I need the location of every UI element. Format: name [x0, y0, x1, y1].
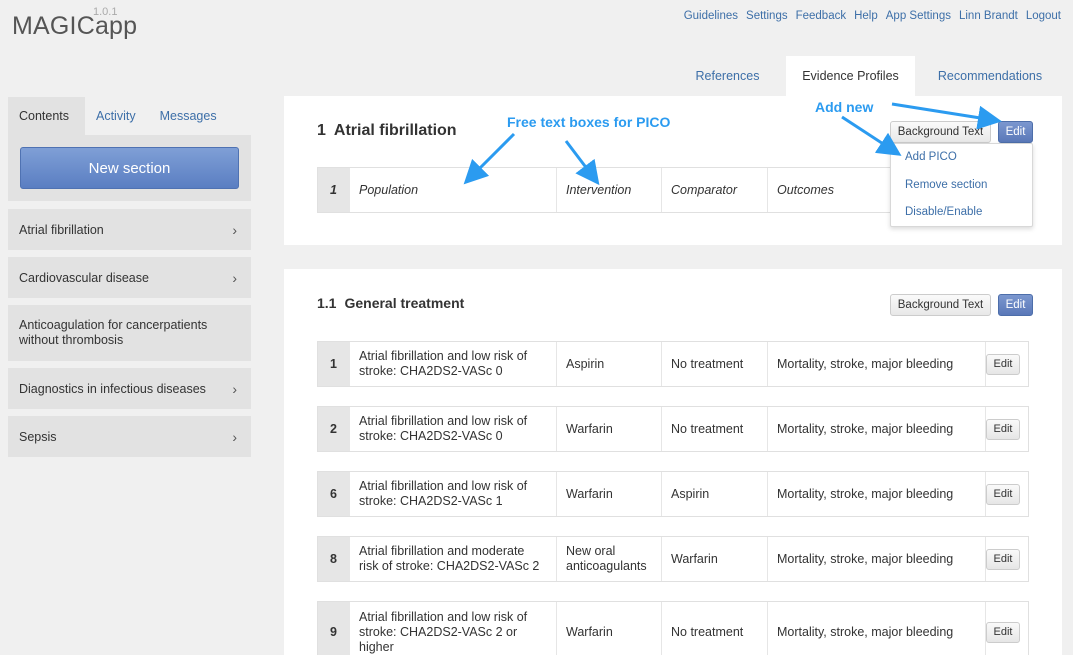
- nav-guidelines[interactable]: Guidelines: [682, 10, 740, 22]
- new-section-container: New section: [8, 135, 251, 201]
- sidebar-item-cardiovascular-disease[interactable]: Cardiovascular disease ›: [8, 257, 251, 298]
- row-edit-button[interactable]: Edit: [986, 548, 1020, 570]
- pico-row[interactable]: 2 Atrial fibrillation and low risk of str…: [317, 406, 1029, 452]
- intervention-cell: Warfarin: [557, 602, 662, 655]
- sidebar-item-atrial-fibrillation[interactable]: Atrial fibrillation ›: [8, 209, 251, 250]
- pico-index: 1: [318, 342, 350, 386]
- tab-messages[interactable]: Messages: [147, 97, 228, 135]
- comparator-cell: Aspirin: [662, 472, 768, 516]
- population-cell: Atrial fibrillation and low risk of stro…: [350, 472, 557, 516]
- outcomes-cell: Mortality, stroke, major bleeding: [768, 602, 986, 655]
- outcomes-cell: Mortality, stroke, major bleeding: [768, 472, 986, 516]
- main-tabs: References Evidence Profiles Recommendat…: [680, 56, 1060, 96]
- pico-index: 2: [318, 407, 350, 451]
- comparator-cell: No treatment: [662, 342, 768, 386]
- sidebar: Contents Activity Messages New section A…: [8, 97, 251, 457]
- nav-logout[interactable]: Logout: [1024, 10, 1063, 22]
- edit-dropdown-menu: Add PICO Remove section Disable/Enable: [890, 143, 1033, 227]
- row-edit-button[interactable]: Edit: [986, 621, 1020, 643]
- population-cell: Atrial fibrillation and moderate risk of…: [350, 537, 557, 581]
- nav-feedback[interactable]: Feedback: [794, 10, 849, 22]
- population-field[interactable]: Population: [350, 168, 557, 212]
- outcomes-cell: Mortality, stroke, major bleeding: [768, 342, 986, 386]
- outcomes-cell: Mortality, stroke, major bleeding: [768, 537, 986, 581]
- tab-recommendations[interactable]: Recommendations: [920, 56, 1060, 96]
- chevron-right-icon: ›: [232, 428, 237, 445]
- section-title: 1.1 General treatment: [317, 295, 464, 311]
- app-version: 1.0.1: [93, 6, 118, 18]
- pico-index: 8: [318, 537, 350, 581]
- annotation-free-text: Free text boxes for PICO: [507, 114, 671, 130]
- outcomes-cell: Mortality, stroke, major bleeding: [768, 407, 986, 451]
- intervention-field[interactable]: Intervention: [557, 168, 662, 212]
- top-navigation: Guidelines Settings Feedback Help App Se…: [682, 10, 1063, 22]
- row-actions: Edit: [986, 342, 1028, 386]
- comparator-cell: Warfarin: [662, 537, 768, 581]
- background-text-button[interactable]: Background Text: [890, 294, 991, 316]
- menu-item-disable-enable[interactable]: Disable/Enable: [905, 206, 982, 218]
- edit-button[interactable]: Edit: [998, 121, 1033, 143]
- sidebar-item-diagnostics[interactable]: Diagnostics in infectious diseases ›: [8, 368, 251, 409]
- row-edit-button[interactable]: Edit: [986, 353, 1020, 375]
- pico-row[interactable]: 6 Atrial fibrillation and low risk of str…: [317, 471, 1029, 517]
- chevron-right-icon: ›: [232, 380, 237, 397]
- comparator-cell: No treatment: [662, 602, 768, 655]
- tab-references[interactable]: References: [680, 56, 775, 96]
- sidebar-item-label: Anticoagulation for cancerpatients witho…: [19, 318, 208, 347]
- comparator-field[interactable]: Comparator: [662, 168, 768, 212]
- chevron-right-icon: ›: [232, 269, 237, 286]
- sidebar-tabs: Contents Activity Messages: [8, 97, 251, 135]
- pico-index: 9: [318, 602, 350, 655]
- new-section-button[interactable]: New section: [20, 147, 239, 189]
- pico-index: 1: [318, 168, 350, 212]
- nav-help[interactable]: Help: [852, 10, 880, 22]
- sidebar-item-label: Cardiovascular disease: [19, 270, 149, 285]
- row-actions: Edit: [986, 602, 1028, 655]
- app-logo[interactable]: MAGICapp: [12, 12, 137, 41]
- intervention-cell: Aspirin: [557, 342, 662, 386]
- row-actions: Edit: [986, 537, 1028, 581]
- section-title: 1 Atrial fibrillation: [317, 122, 457, 140]
- section-number: 1: [317, 122, 326, 139]
- menu-item-add-pico[interactable]: Add PICO: [905, 151, 957, 163]
- sidebar-item-sepsis[interactable]: Sepsis ›: [8, 416, 251, 457]
- sidebar-item-label: Atrial fibrillation: [19, 222, 104, 237]
- tab-contents[interactable]: Contents: [8, 97, 85, 135]
- section-panel-1-1: 1.1 General treatment Background Text Edi…: [284, 269, 1062, 655]
- pico-row[interactable]: 9 Atrial fibrillation and low risk of str…: [317, 601, 1029, 655]
- comparator-cell: No treatment: [662, 407, 768, 451]
- row-edit-button[interactable]: Edit: [986, 418, 1020, 440]
- nav-settings[interactable]: Settings: [744, 10, 790, 22]
- row-actions: Edit: [986, 472, 1028, 516]
- pico-row[interactable]: 1 Atrial fibrillation and low risk of str…: [317, 341, 1029, 387]
- edit-button[interactable]: Edit: [998, 294, 1033, 316]
- background-text-button[interactable]: Background Text: [890, 121, 991, 143]
- population-cell: Atrial fibrillation and low risk of stro…: [350, 407, 557, 451]
- population-cell: Atrial fibrillation and low risk of stro…: [350, 602, 557, 655]
- tab-activity[interactable]: Activity: [85, 97, 147, 135]
- pico-row[interactable]: 8 Atrial fibrillation and moderate risk o…: [317, 536, 1029, 582]
- intervention-cell: New oral anticoagulants: [557, 537, 662, 581]
- menu-item-remove-section[interactable]: Remove section: [905, 179, 987, 191]
- pico-index: 6: [318, 472, 350, 516]
- row-edit-button[interactable]: Edit: [986, 483, 1020, 505]
- nav-app-settings[interactable]: App Settings: [884, 10, 953, 22]
- section-number: 1.1: [317, 295, 337, 311]
- population-cell: Atrial fibrillation and low risk of stro…: [350, 342, 557, 386]
- intervention-cell: Warfarin: [557, 407, 662, 451]
- annotation-add-new: Add new: [815, 99, 874, 115]
- tab-evidence-profiles[interactable]: Evidence Profiles: [786, 56, 915, 96]
- nav-user[interactable]: Linn Brandt: [957, 10, 1020, 22]
- section-title-text: Atrial fibrillation: [333, 122, 457, 139]
- section-title-text: General treatment: [344, 295, 465, 311]
- row-actions: Edit: [986, 407, 1028, 451]
- sidebar-item-anticoagulation[interactable]: Anticoagulation for cancerpatients witho…: [8, 305, 251, 361]
- intervention-cell: Warfarin: [557, 472, 662, 516]
- chevron-right-icon: ›: [232, 221, 237, 238]
- sidebar-item-label: Diagnostics in infectious diseases: [19, 381, 206, 396]
- sidebar-item-label: Sepsis: [19, 429, 57, 444]
